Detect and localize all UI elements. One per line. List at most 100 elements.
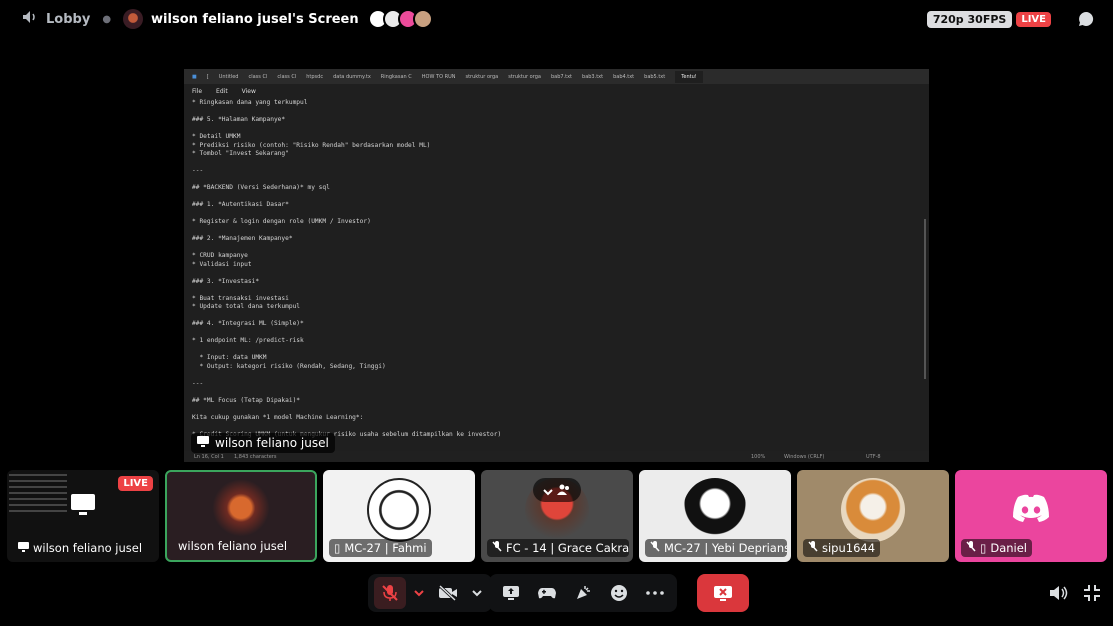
editor-line: Kita cukup gunakan *1 model Machine Lear… xyxy=(192,413,364,421)
scrollbar[interactable] xyxy=(924,219,926,379)
participant-tile[interactable]: MC-27 | Yebi Deprians... xyxy=(639,470,791,562)
editor-line: ### 5. *Halaman Kampanye* xyxy=(192,116,286,123)
top-bar: Lobby ● wilson feliano jusel's Screen 72… xyxy=(0,0,1113,38)
editor-line: * CRUD kampanye xyxy=(192,252,248,259)
tab[interactable]: data dummy.tx xyxy=(333,74,371,80)
tab-active[interactable]: Tentu! xyxy=(675,70,703,83)
tab[interactable]: htpsdc xyxy=(306,74,323,80)
editor-text[interactable]: * Ringkasan dana yang terkumpul ### 5. *H… xyxy=(184,99,929,451)
editor-line: ### 4. *Integrasi ML (Simple)* xyxy=(192,320,304,327)
emoji-icon[interactable] xyxy=(603,577,635,609)
channel-name[interactable]: Lobby xyxy=(46,12,90,27)
mic-muted-icon xyxy=(808,541,818,555)
editor-line: * Input: data UMKM xyxy=(192,354,267,361)
avatar xyxy=(367,478,431,543)
viewer-avatar xyxy=(412,9,433,29)
volume-icon[interactable] xyxy=(1049,584,1069,606)
menu-view[interactable]: View xyxy=(242,88,256,95)
participant-tile[interactable]: sipu1644 xyxy=(797,470,949,562)
more-options-icon[interactable] xyxy=(639,577,671,609)
participant-label: wilson feliano jusel xyxy=(13,539,147,557)
participant-tile[interactable]: ▯ Daniel xyxy=(955,470,1107,562)
phone-icon: ▯ xyxy=(980,541,987,555)
soundboard-icon[interactable] xyxy=(567,577,599,609)
editor-line: ### 2. *Manajemen Kampanye* xyxy=(192,235,293,242)
tab[interactable]: bab3.txt xyxy=(582,74,603,80)
participant-label: wilson feliano jusel xyxy=(173,537,292,555)
tab[interactable]: class Cl xyxy=(248,74,267,80)
participant-tile[interactable]: ▯ MC-27 | Fahmi xyxy=(323,470,475,562)
monitor-icon xyxy=(18,541,29,555)
voice-controls xyxy=(368,574,492,612)
chat-icon[interactable] xyxy=(1077,10,1095,28)
window-controls xyxy=(1049,584,1101,606)
tab[interactable]: struktur orga xyxy=(465,74,498,80)
editor-line: ## *BACKEND (Versi Sederhana)* my sql xyxy=(192,184,330,191)
participant-name: wilson feliano jusel xyxy=(33,541,143,555)
tab[interactable]: [ xyxy=(207,74,209,80)
editor-line: * Validasi input xyxy=(192,260,252,268)
editor-line: * Buat transaksi investasi xyxy=(192,294,289,302)
participant-label: sipu1644 xyxy=(803,539,881,557)
monitor-icon xyxy=(71,493,95,520)
cursor-position: Ln 16, Col 1 xyxy=(194,453,224,460)
editor-line: * Output: kategori risiko (Rendah, Sedan… xyxy=(192,362,386,370)
editor-line: --- xyxy=(192,167,204,174)
tab[interactable]: Ringkasan C xyxy=(381,74,412,80)
activity-group xyxy=(489,574,677,612)
activities-icon[interactable] xyxy=(531,577,563,609)
participant-label: MC-27 | Yebi Deprians... xyxy=(645,539,787,557)
camera-toggle-button[interactable] xyxy=(432,577,464,609)
tab[interactable]: struktur orga xyxy=(508,74,541,80)
tile-options[interactable] xyxy=(533,478,581,502)
participant-label: FC - 14 | Grace Cakra xyxy=(487,539,629,557)
menu-file[interactable]: File xyxy=(192,88,202,95)
participant-tile-stream[interactable]: LIVE wilson feliano jusel xyxy=(7,470,159,562)
mic-camera-group xyxy=(368,574,492,612)
tab[interactable]: HOW TO RUN xyxy=(422,74,456,80)
leave-call-button[interactable] xyxy=(697,574,749,612)
tab[interactable]: bab4.txt xyxy=(613,74,634,80)
participant-tile[interactable]: FC - 14 | Grace Cakra xyxy=(481,470,633,562)
leave-controls xyxy=(697,574,749,612)
line-ending: Windows (CRLF) xyxy=(784,453,825,460)
tab[interactable]: Untitled xyxy=(219,74,239,80)
mute-mic-button[interactable] xyxy=(374,577,406,609)
shared-screen[interactable]: ■ [ Untitled class Cl class Cl htpsdc da… xyxy=(184,69,929,462)
tab[interactable]: class Cl xyxy=(277,74,296,80)
editor-line: ## *ML Focus (Tetap Dipakai)* xyxy=(192,396,301,404)
tab[interactable]: bab7.txt xyxy=(551,74,572,80)
speaker-icon xyxy=(22,10,38,28)
participant-label: ▯ MC-27 | Fahmi xyxy=(329,539,432,557)
screen-owner-label: wilson feliano jusel xyxy=(191,433,335,453)
streamer-avatar xyxy=(123,9,144,29)
menu-edit[interactable]: Edit xyxy=(216,88,228,95)
participant-label: ▯ Daniel xyxy=(961,539,1032,557)
participant-name: Daniel xyxy=(990,541,1027,555)
encoding: UTF-8 xyxy=(866,453,881,460)
viewer-avatars[interactable] xyxy=(367,9,433,29)
editor-line: * Register & login dengan role (UMKM / I… xyxy=(192,218,371,225)
editor-line: ### 1. *Autentikasi Dasar* xyxy=(192,201,289,208)
camera-options-button[interactable] xyxy=(468,577,486,609)
separator-dot: ● xyxy=(102,13,112,25)
participant-name: MC-27 | Yebi Deprians... xyxy=(664,541,787,555)
participant-tile-speaking[interactable]: wilson feliano jusel xyxy=(165,470,317,562)
char-count: 1,843 characters xyxy=(234,453,277,460)
exit-fullscreen-icon[interactable] xyxy=(1083,584,1101,606)
mic-muted-icon xyxy=(492,541,502,555)
share-screen-button[interactable] xyxy=(495,577,527,609)
mic-options-button[interactable] xyxy=(410,577,428,609)
tab[interactable]: bab5.txt xyxy=(644,74,665,80)
